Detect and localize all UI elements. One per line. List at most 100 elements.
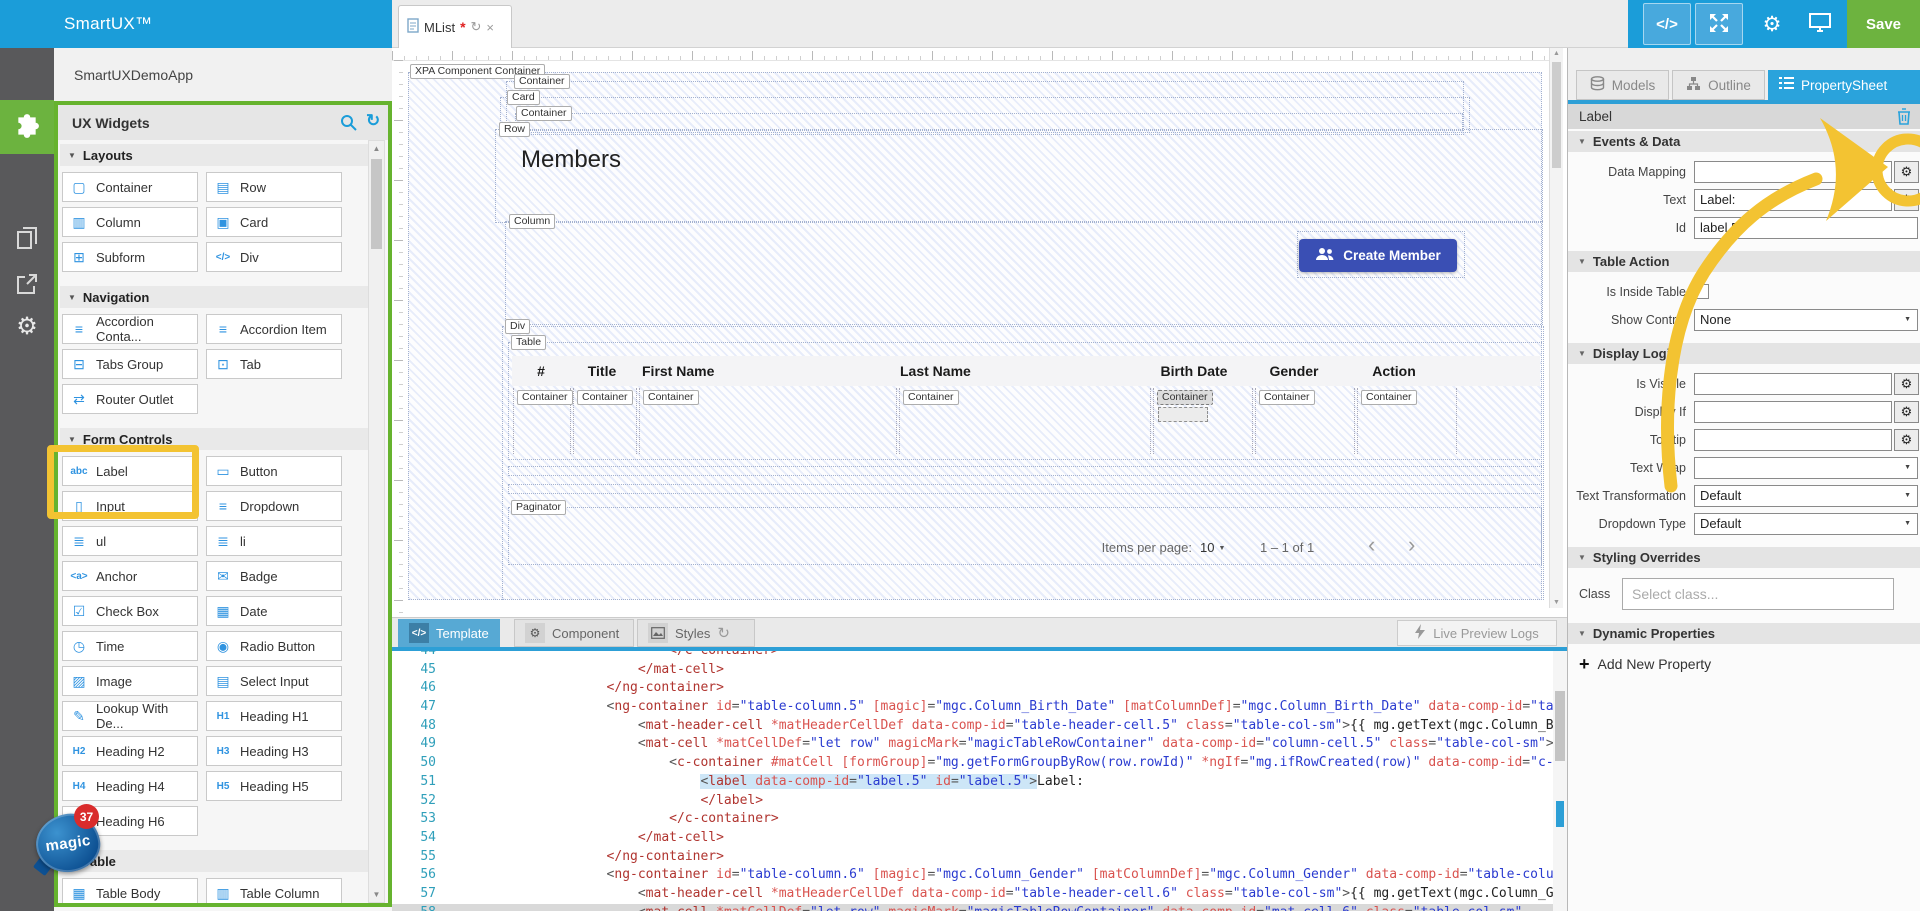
widget-item-li[interactable]: ≣ li: [206, 526, 342, 556]
widget-section-header-layouts[interactable]: ▼ Layouts: [60, 144, 368, 166]
display-if-input[interactable]: [1694, 400, 1892, 423]
widget-item-accordion-item[interactable]: ≡ Accordion Item: [206, 314, 342, 344]
row-rect[interactable]: [495, 129, 1543, 223]
widget-item-accordion-conta[interactable]: ≡ Accordion Conta...: [62, 314, 198, 344]
previous-page-icon[interactable]: ‹: [1368, 532, 1375, 558]
widget-item-heading-h1[interactable]: H1 Heading H1: [206, 701, 342, 731]
is-visible-input[interactable]: [1694, 372, 1892, 395]
code-line-56[interactable]: 56 <ng-container id="table-column.6" [ma…: [392, 866, 1553, 885]
widget-item-anchor[interactable]: <a> Anchor: [62, 561, 198, 591]
scrollbar-thumb[interactable]: [371, 159, 382, 249]
table-cell-birth-date[interactable]: Container: [1153, 388, 1253, 454]
chip-column[interactable]: Column: [509, 214, 556, 229]
widget-item-tab[interactable]: ⊡ Tab: [206, 349, 342, 379]
text-input[interactable]: Label:: [1694, 188, 1892, 211]
scrollbar-thumb[interactable]: [1552, 62, 1561, 168]
widget-item-div[interactable]: </> Div: [206, 242, 342, 272]
tab-refresh-icon[interactable]: ↻: [471, 19, 482, 35]
section-header-events-data[interactable]: ▼ Events & Data: [1568, 131, 1920, 152]
chip-cell-container[interactable]: Container: [577, 390, 633, 405]
chip-paginator[interactable]: Paginator: [511, 500, 566, 515]
widget-item-container[interactable]: ▢ Container: [62, 172, 198, 202]
tab-models[interactable]: Models: [1576, 70, 1669, 100]
section-header-dynamic-properties[interactable]: ▼ Dynamic Properties: [1568, 623, 1920, 644]
widget-item-time[interactable]: ◷ Time: [62, 631, 198, 661]
save-button[interactable]: Save: [1847, 0, 1920, 48]
code-line-47[interactable]: 47 <ng-container id="table-column.5" [ma…: [392, 698, 1553, 717]
chip-cell-container[interactable]: Container: [1157, 390, 1213, 405]
section-header-styling-overrides[interactable]: ▼ Styling Overrides: [1568, 547, 1920, 568]
widget-section-header-form-controls[interactable]: ▼ Form Controls: [60, 428, 368, 450]
tab-outline[interactable]: Outline: [1672, 70, 1765, 100]
services-gears-button[interactable]: ⚙: [1748, 3, 1796, 45]
scroll-up-icon[interactable]: ▲: [369, 144, 384, 153]
refresh-icon[interactable]: ↻: [366, 111, 380, 131]
widget-item-heading-h4[interactable]: H4 Heading H4: [62, 771, 198, 801]
scroll-up-icon[interactable]: ▲: [1550, 50, 1563, 57]
widget-item-subform[interactable]: ⊞ Subform: [62, 242, 198, 272]
table-cell-gender[interactable]: Container: [1255, 388, 1355, 454]
chip-table[interactable]: Table: [511, 335, 547, 350]
widget-item-badge[interactable]: ✉ Badge: [206, 561, 342, 591]
widget-item-tabs-group[interactable]: ⊟ Tabs Group: [62, 349, 198, 379]
tab-component[interactable]: ⚙ Component: [514, 619, 634, 647]
scroll-down-icon[interactable]: ▼: [369, 890, 384, 899]
search-icon[interactable]: [340, 114, 357, 134]
settings-gear-icon[interactable]: ⚙: [13, 312, 41, 340]
canvas-scrollbar[interactable]: ▲ ▼: [1549, 48, 1563, 608]
widget-item-input[interactable]: ▯ Input: [62, 491, 198, 521]
paginator-rect[interactable]: [508, 507, 1542, 565]
data-mapping-gear-button[interactable]: ⚙: [1894, 160, 1919, 183]
code-line-52[interactable]: 52 </label>: [392, 792, 1553, 811]
tab-close-icon[interactable]: ×: [486, 20, 494, 35]
tooltip-input[interactable]: [1694, 428, 1892, 451]
preview-monitor-button[interactable]: [1796, 3, 1844, 45]
table-cell-title[interactable]: Container: [573, 388, 637, 454]
code-line-57[interactable]: 57 <mat-header-cell *matHeaderCellDef da…: [392, 885, 1553, 904]
code-view-button[interactable]: </>: [1643, 3, 1691, 45]
tab-template[interactable]: </> Template: [398, 619, 500, 647]
tooltip-gear-button[interactable]: ⚙: [1894, 428, 1919, 451]
widget-item-dropdown[interactable]: ≡ Dropdown: [206, 491, 342, 521]
tab-styles[interactable]: Styles ↻: [637, 619, 755, 647]
copy-icon[interactable]: [13, 224, 41, 252]
table-cell-last-name[interactable]: Container: [899, 388, 1151, 454]
share-icon[interactable]: [13, 270, 41, 298]
section-header-display-logic[interactable]: ▼ Display Logic: [1568, 343, 1920, 364]
show-control-select[interactable]: None ▼: [1694, 308, 1918, 331]
chip-container[interactable]: Container: [514, 74, 570, 89]
table-cell-action[interactable]: Container: [1357, 388, 1457, 454]
widget-item-date[interactable]: ▦ Date: [206, 596, 342, 626]
app-name-header[interactable]: SmartUXDemoApp: [54, 48, 392, 101]
code-lines[interactable]: 44 </c-container>45 </mat-cell>46 </ng-c…: [392, 642, 1553, 911]
widget-item-heading-h2[interactable]: H2 Heading H2: [62, 736, 198, 766]
code-line-46[interactable]: 46 </ng-container>: [392, 679, 1553, 698]
widget-section-header-navigation[interactable]: ▼ Navigation: [60, 286, 368, 308]
class-select-input[interactable]: Select class...: [1622, 578, 1894, 610]
widget-item-lookup-with-de[interactable]: ✎ Lookup With De...: [62, 701, 198, 731]
editor-scrollbar[interactable]: [1553, 651, 1567, 911]
refresh-icon[interactable]: ↻: [717, 624, 730, 642]
design-surface[interactable]: XPA Component Container Container Card C…: [392, 48, 1567, 617]
code-line-53[interactable]: 53 </c-container>: [392, 810, 1553, 829]
widget-item-router-outlet[interactable]: ⇄ Router Outlet: [62, 384, 198, 414]
widget-item-table-body[interactable]: ▦ Table Body: [62, 878, 198, 903]
code-line-55[interactable]: 55 </ng-container>: [392, 848, 1553, 867]
text-wrap-select[interactable]: ▼: [1694, 456, 1918, 479]
code-line-51[interactable]: 51 <label data-comp-id="label.5" id="lab…: [392, 773, 1553, 792]
widget-item-image[interactable]: ▨ Image: [62, 666, 198, 696]
members-heading[interactable]: Members: [521, 146, 621, 174]
widget-item-heading-h3[interactable]: H3 Heading H3: [206, 736, 342, 766]
widget-item-table-column[interactable]: ▥ Table Column: [206, 878, 342, 903]
text-transformation-select[interactable]: Default ▼: [1694, 484, 1918, 507]
widget-item-button[interactable]: ▭ Button: [206, 456, 342, 486]
chip-cell-container[interactable]: Container: [517, 390, 573, 405]
code-line-48[interactable]: 48 <mat-header-cell *matHeaderCellDef da…: [392, 717, 1553, 736]
scroll-down-icon[interactable]: ▼: [1550, 599, 1563, 606]
widget-item-check-box[interactable]: ☑ Check Box: [62, 596, 198, 626]
widgets-rail-tab[interactable]: [0, 100, 54, 154]
widget-item-label[interactable]: abc Label: [62, 456, 198, 486]
is-inside-table-checkbox[interactable]: [1694, 284, 1709, 299]
create-member-button[interactable]: Create Member: [1299, 239, 1457, 272]
widget-item-row[interactable]: ▤ Row: [206, 172, 342, 202]
